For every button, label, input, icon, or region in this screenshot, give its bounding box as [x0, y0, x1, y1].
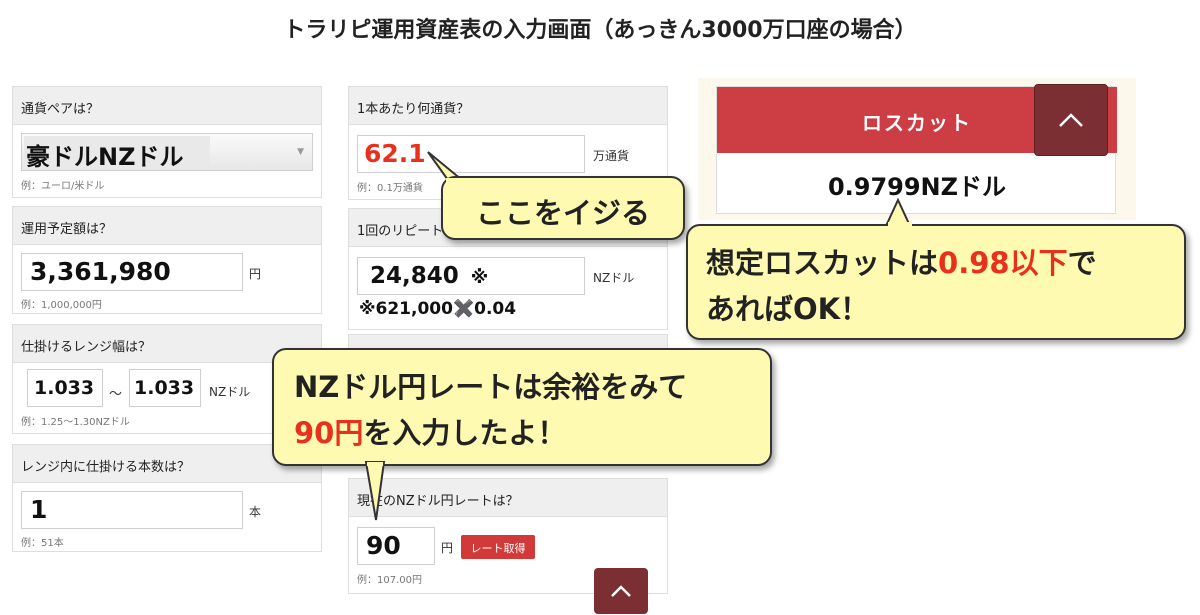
count-input[interactable]: 1	[21, 491, 243, 529]
bubble-losscut: 想定ロスカットは0.98以下で あればOK！	[686, 224, 1186, 340]
bubble-tail-tweak-cover	[446, 178, 474, 184]
range-separator: 〜	[109, 387, 123, 402]
repeat-profit-mark: ※	[470, 267, 489, 288]
rate-label: 現在のNZドル円レートは？	[349, 479, 667, 517]
range-unit: NZドル	[209, 385, 251, 399]
rate-input[interactable]: 90	[357, 527, 435, 565]
bubble-rate: NZドル円レートは余裕をみて 90円を入力したよ！	[272, 348, 772, 466]
bubble-tail-losscut-cover	[888, 222, 912, 228]
caret-down-icon: ▼	[297, 147, 304, 157]
chevron-up-icon	[1059, 113, 1083, 127]
investment-input[interactable]: 3,361,980	[21, 253, 243, 291]
bubble-tail-rate	[364, 461, 386, 521]
currency-pair-label: 通貨ペアは？	[13, 87, 321, 125]
count-example: 例：51本	[21, 538, 64, 549]
bubble-rate-post: を入力したよ！	[363, 416, 567, 450]
rate-unit: 円	[441, 541, 454, 555]
range-from-input[interactable]: 1.033	[27, 369, 103, 407]
units-per-trap-input[interactable]: 62.1	[357, 135, 585, 173]
units-per-trap-example: 例：0.1万通貨	[357, 183, 423, 194]
get-rate-button[interactable]: レート取得	[461, 535, 535, 559]
range-example: 例：1.25〜1.30NZドル	[21, 417, 130, 428]
units-per-trap-label: 1本あたり何通貨？	[349, 87, 667, 125]
losscut-value: 0.9799NZドル	[827, 173, 1007, 201]
currency-pair-value: 豪ドルNZドル	[24, 136, 210, 171]
bubble-losscut-highlight: 0.98以下	[938, 246, 1068, 280]
currency-pair-example: 例：ユーロ/米ドル	[21, 181, 105, 192]
losscut-toggle-button[interactable]	[1034, 84, 1108, 156]
bubble-tweak-text: ここをイジる	[475, 196, 650, 230]
bubble-losscut-line1: 想定ロスカットは0.98以下で	[706, 240, 1184, 286]
rate-example: 例：107.00円	[357, 575, 422, 586]
page-title: トラリピ運用資産表の入力画面（あっきん3000万口座の場合）	[283, 18, 917, 43]
investment-unit: 円	[249, 267, 262, 281]
range-to-input[interactable]: 1.033	[129, 369, 201, 407]
bubble-rate-line1: NZドル円レートは余裕をみて	[294, 370, 688, 404]
repeat-profit-note: ※621,000✖️0.04	[359, 299, 517, 319]
currency-pair-card: 通貨ペアは？ 豪ドルNZドル ▼ 例：ユーロ/米ドル	[12, 86, 322, 198]
repeat-profit-unit: NZドル	[593, 271, 635, 285]
investment-example: 例：1,000,000円	[21, 300, 102, 311]
scroll-up-button[interactable]	[594, 568, 648, 614]
bubble-rate-highlight: 90円	[294, 416, 364, 450]
currency-pair-select[interactable]: 豪ドルNZドル ▼	[21, 133, 313, 171]
repeat-profit-value: 24,840 ※	[357, 257, 585, 295]
bubble-losscut-line2: あればOK！	[706, 292, 870, 326]
investment-label: 運用予定額は？	[13, 207, 321, 245]
investment-card: 運用予定額は？ 3,361,980 円 例：1,000,000円	[12, 206, 322, 314]
bubble-losscut-post: で	[1067, 246, 1097, 280]
count-unit: 本	[249, 505, 262, 519]
bubble-rate-line2: 90円を入力したよ！	[294, 410, 770, 456]
bubble-losscut-pre: 想定ロスカットは	[706, 246, 939, 280]
chevron-up-icon	[611, 585, 631, 597]
units-per-trap-unit: 万通貨	[593, 149, 630, 163]
repeat-profit-number: 24,840	[370, 263, 459, 289]
